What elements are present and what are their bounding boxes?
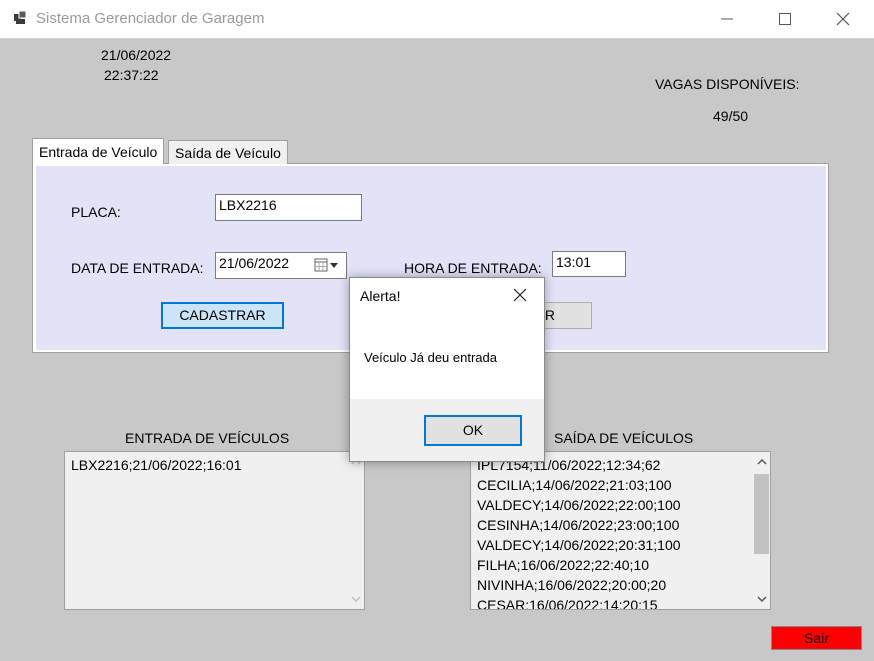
vagas-value: 49/50 bbox=[713, 108, 749, 124]
close-icon bbox=[836, 12, 850, 26]
scroll-thumb[interactable] bbox=[754, 474, 769, 554]
title-bar: Sistema Gerenciador de Garagem bbox=[0, 0, 874, 39]
tab-saida[interactable]: Saída de Veículo bbox=[168, 140, 288, 164]
entrada-scrollbar[interactable] bbox=[347, 452, 364, 609]
ok-button[interactable]: OK bbox=[424, 415, 522, 446]
entrada-title: ENTRADA DE VEÍCULOS bbox=[125, 430, 290, 446]
list-item[interactable]: CESINHA;14/06/2022;23:00;100 bbox=[471, 515, 770, 535]
maximize-button[interactable] bbox=[756, 0, 814, 38]
list-item[interactable]: CESAR;16/06/2022;14:20;15 bbox=[471, 595, 770, 609]
placa-label: PLACA: bbox=[71, 204, 121, 220]
close-icon bbox=[513, 288, 527, 302]
cadastrar-button[interactable]: CADASTRAR bbox=[161, 302, 284, 329]
data-entrada-picker[interactable]: 21/06/2022 bbox=[215, 252, 347, 279]
hora-entrada-label: HORA DE ENTRADA: bbox=[404, 260, 542, 276]
app-window-icon bbox=[13, 10, 29, 26]
scroll-up-icon[interactable] bbox=[757, 458, 767, 466]
sair-button[interactable]: Sair bbox=[771, 626, 862, 650]
entrada-listbox[interactable]: LBX2216;21/06/2022;16:01 bbox=[64, 451, 365, 610]
dialog-message: Veículo Já deu entrada bbox=[364, 350, 497, 365]
maximize-icon bbox=[779, 13, 791, 25]
alert-dialog: Alerta! Veículo Já deu entrada OK bbox=[349, 277, 545, 462]
dialog-footer: OK bbox=[350, 399, 544, 461]
current-time: 22:37:22 bbox=[104, 67, 159, 83]
window-title: Sistema Gerenciador de Garagem bbox=[36, 10, 265, 27]
data-entrada-label: DATA DE ENTRADA: bbox=[71, 260, 204, 276]
dialog-title: Alerta! bbox=[360, 288, 401, 304]
minimize-icon bbox=[721, 18, 733, 20]
close-window-button[interactable] bbox=[814, 0, 872, 38]
list-item[interactable]: VALDECY;14/06/2022;20:31;100 bbox=[471, 535, 770, 555]
minimize-button[interactable] bbox=[698, 0, 756, 38]
list-item[interactable]: VALDECY;14/06/2022;22:00;100 bbox=[471, 495, 770, 515]
placa-input[interactable]: LBX2216 bbox=[215, 194, 362, 221]
list-item[interactable]: FILHA;16/06/2022;22:40;10 bbox=[471, 555, 770, 575]
dialog-close-button[interactable] bbox=[513, 288, 527, 307]
list-item[interactable]: LBX2216;21/06/2022;16:01 bbox=[65, 455, 364, 475]
list-item[interactable]: CECILIA;14/06/2022;21:03;100 bbox=[471, 475, 770, 495]
hora-entrada-input[interactable]: 13:01 bbox=[552, 251, 626, 277]
saida-title: SAÍDA DE VEÍCULOS bbox=[554, 430, 694, 446]
calendar-icon[interactable] bbox=[314, 258, 342, 275]
vagas-label: VAGAS DISPONÍVEIS: bbox=[655, 76, 800, 92]
current-date: 21/06/2022 bbox=[101, 47, 172, 63]
saida-scrollbar[interactable] bbox=[753, 452, 770, 609]
tab-entrada[interactable]: Entrada de Veículo bbox=[32, 138, 165, 164]
scroll-down-icon[interactable] bbox=[351, 595, 361, 603]
list-item[interactable]: NIVINHA;16/06/2022;20:00;20 bbox=[471, 575, 770, 595]
saida-listbox[interactable]: IPL7154;11/06/2022;12:34;62 CECILIA;14/0… bbox=[470, 451, 771, 610]
data-entrada-value: 21/06/2022 bbox=[219, 255, 290, 271]
scroll-down-icon[interactable] bbox=[757, 595, 767, 603]
